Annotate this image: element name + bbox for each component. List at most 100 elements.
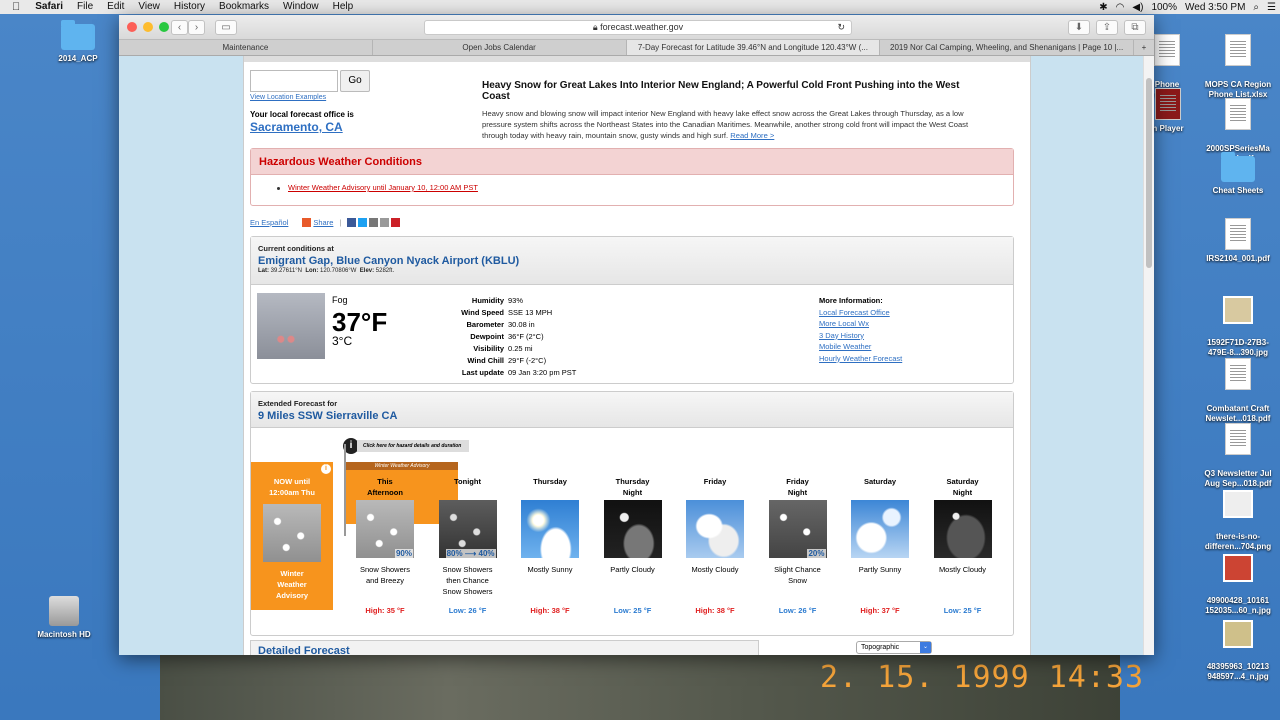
- extended-forecast-panel: Extended Forecast for 9 Miles SSW Sierra…: [250, 391, 1014, 636]
- read-more-link[interactable]: Read More >: [730, 131, 774, 140]
- zoom-window-button[interactable]: [159, 22, 169, 32]
- period-temperature: High: 38 °F: [530, 606, 570, 615]
- lon-value: 120.70806°W: [320, 268, 357, 274]
- close-window-button[interactable]: [127, 22, 137, 32]
- desktop-icon-2000sp-manual[interactable]: 2000SPSeriesMa nual.pdf: [1203, 88, 1273, 164]
- desktop-icon-q3-newsletter[interactable]: Q3 Newsletter Jul Aug Sep...018.pdf: [1203, 413, 1273, 489]
- window-controls: [127, 22, 169, 32]
- spotlight-icon[interactable]: ⌕: [1249, 2, 1263, 13]
- forward-button[interactable]: ›: [188, 20, 205, 35]
- period-description: Snow Showers then Chance Snow Showers: [442, 565, 493, 596]
- elev-value: 5282ft.: [375, 268, 395, 274]
- local-forecast-office-link[interactable]: Local Forecast Office: [819, 307, 902, 319]
- view-location-examples-link[interactable]: View Location Examples: [250, 94, 326, 101]
- tab-maintenance[interactable]: Maintenance: [119, 40, 373, 55]
- facebook-icon[interactable]: [347, 217, 357, 227]
- new-tab-button[interactable]: +: [1134, 40, 1154, 55]
- menu-history[interactable]: History: [167, 0, 212, 14]
- station-coords: Lat: 39.27611°N Lon: 120.70806°W Elev: 5…: [258, 268, 1006, 274]
- downloads-icon[interactable]: ⬇: [1068, 20, 1090, 35]
- hazard-list-item: Winter Weather Advisory until January 10…: [251, 175, 1013, 192]
- location-search-input[interactable]: [250, 70, 338, 92]
- bluetooth-icon[interactable]: ✱: [1095, 2, 1111, 13]
- forecast-period[interactable]: Friday Night 20% Slight Chance Snow Low: 26…: [758, 476, 838, 615]
- wifi-icon[interactable]: ◠: [1112, 2, 1129, 13]
- weather-icon: 80% ⟶ 40%: [438, 500, 497, 558]
- period-temperature: Low: 25 °F: [613, 606, 652, 615]
- detail-key: Wind Speed: [461, 308, 504, 317]
- hourly-forecast-link[interactable]: Hourly Weather Forecast: [819, 353, 902, 365]
- toolbar: ‹ › ▭ 🔒︎ forecast.weather.gov ↻ ⬇ ⇪ ⧉: [119, 15, 1154, 40]
- email-icon[interactable]: [380, 217, 390, 227]
- address-bar[interactable]: 🔒︎ forecast.weather.gov ↻: [424, 20, 852, 35]
- forecast-period[interactable]: This Afternoon 90% Snow Showers and Breezy…: [345, 476, 425, 615]
- desktop-icon-there-is-no-difference[interactable]: there-is-no- differen...704.png: [1203, 480, 1273, 552]
- menu-file[interactable]: File: [70, 0, 100, 14]
- separator: |: [339, 217, 342, 227]
- volume-icon[interactable]: ◀): [1128, 2, 1147, 13]
- hazard-link[interactable]: Winter Weather Advisory until January 10…: [288, 183, 478, 192]
- pinterest-icon[interactable]: [391, 217, 401, 227]
- forecast-period[interactable]: Saturday Night Mostly Cloudy Low: 25 °F: [923, 476, 1003, 615]
- tab-open-jobs[interactable]: Open Jobs Calendar: [373, 40, 627, 55]
- clock[interactable]: Wed 3:50 PM: [1181, 2, 1249, 13]
- more-local-wx-link[interactable]: More Local Wx: [819, 318, 902, 330]
- print-icon[interactable]: [369, 217, 379, 227]
- menu-bookmarks[interactable]: Bookmarks: [212, 0, 276, 14]
- document-icon: [1225, 98, 1251, 130]
- desktop-icon-2014-acp[interactable]: 2014_ACP: [43, 20, 113, 64]
- tab-camping[interactable]: 2019 Nor Cal Camping, Wheeling, and Shen…: [880, 40, 1134, 55]
- battery-percent[interactable]: 100%: [1147, 2, 1181, 13]
- tab-forecast[interactable]: 7-Day Forecast for Latitude 39.46°N and …: [626, 40, 881, 55]
- local-office-link[interactable]: Sacramento, CA: [250, 120, 343, 134]
- menu-edit[interactable]: Edit: [100, 0, 131, 14]
- twitter-icon[interactable]: [358, 217, 368, 227]
- forecast-period[interactable]: Tonight 80% ⟶ 40% Snow Showers then Chance…: [428, 476, 508, 615]
- now-title: NOW until 12:00am Thu: [269, 477, 315, 497]
- period-description: Mostly Cloudy: [691, 565, 739, 574]
- tabs-overview-icon[interactable]: ⧉: [1124, 20, 1146, 35]
- precip-chance: 20%: [807, 549, 826, 558]
- menu-window[interactable]: Window: [276, 0, 326, 14]
- forecast-period[interactable]: Thursday Mostly Sunny High: 38 °F: [510, 476, 590, 615]
- mobile-weather-link[interactable]: Mobile Weather: [819, 341, 902, 353]
- share-plus-icon[interactable]: [302, 217, 312, 227]
- condition-text: Fog: [332, 295, 348, 305]
- desktop-icon-macintosh-hd[interactable]: Macintosh HD: [29, 596, 99, 640]
- sidebar-icon[interactable]: ▭: [215, 20, 237, 35]
- forecast-period[interactable]: Friday Mostly Cloudy High: 38 °F: [675, 476, 755, 615]
- menu-app[interactable]: Safari: [28, 0, 70, 14]
- period-temperature: High: 35 °F: [365, 606, 405, 615]
- detail-value: SSE 13 MPH: [508, 308, 553, 317]
- desktop-icon-cheat-sheets[interactable]: Cheat Sheets: [1203, 152, 1273, 196]
- scrollbar[interactable]: [1143, 56, 1154, 655]
- map-type-select[interactable]: Topographic ⌄: [856, 641, 932, 654]
- notification-icon[interactable]: ☰: [1263, 2, 1280, 13]
- menu-view[interactable]: View: [131, 0, 167, 14]
- en-espanol-link[interactable]: En Español: [250, 218, 288, 227]
- share-link[interactable]: Share: [313, 218, 333, 227]
- 3-day-history-link[interactable]: 3 Day History: [819, 330, 902, 342]
- menu-help[interactable]: Help: [326, 0, 361, 14]
- period-description: Mostly Sunny: [527, 565, 573, 574]
- desktop-icon-49900428[interactable]: 49900428_10161 152035...60_n.jpg: [1203, 544, 1273, 616]
- forecast-period[interactable]: Saturday Partly Sunny High: 37 °F: [840, 476, 920, 615]
- now-advisory-box[interactable]: i NOW until 12:00am Thu Winter Weather A…: [251, 462, 333, 610]
- hazard-details-hint[interactable]: i Click here for hazard details and dura…: [343, 438, 470, 454]
- reload-icon[interactable]: ↻: [837, 21, 845, 34]
- forecast-period[interactable]: Thursday Night Partly Cloudy Low: 25 °F: [593, 476, 673, 615]
- desktop-icon-irs2104[interactable]: IRS2104_001.pdf: [1203, 218, 1273, 264]
- desktop-icon-flash-player[interactable]: h Player: [1150, 88, 1186, 134]
- period-name: Thursday: [533, 477, 567, 486]
- share-icon[interactable]: ⇪: [1096, 20, 1118, 35]
- minimize-window-button[interactable]: [143, 22, 153, 32]
- url-text: forecast.weather.gov: [600, 22, 684, 32]
- scrollbar-thumb[interactable]: [1146, 78, 1152, 268]
- flash-icon: [1155, 88, 1181, 120]
- document-icon: [1225, 358, 1251, 390]
- apple-icon[interactable]: : [0, 1, 28, 13]
- period-description: Partly Cloudy: [610, 565, 655, 574]
- go-button[interactable]: Go: [340, 70, 370, 92]
- back-button[interactable]: ‹: [171, 20, 188, 35]
- desktop-icon-48395963[interactable]: 48395963_10213 948597...4_n.jpg: [1203, 610, 1273, 682]
